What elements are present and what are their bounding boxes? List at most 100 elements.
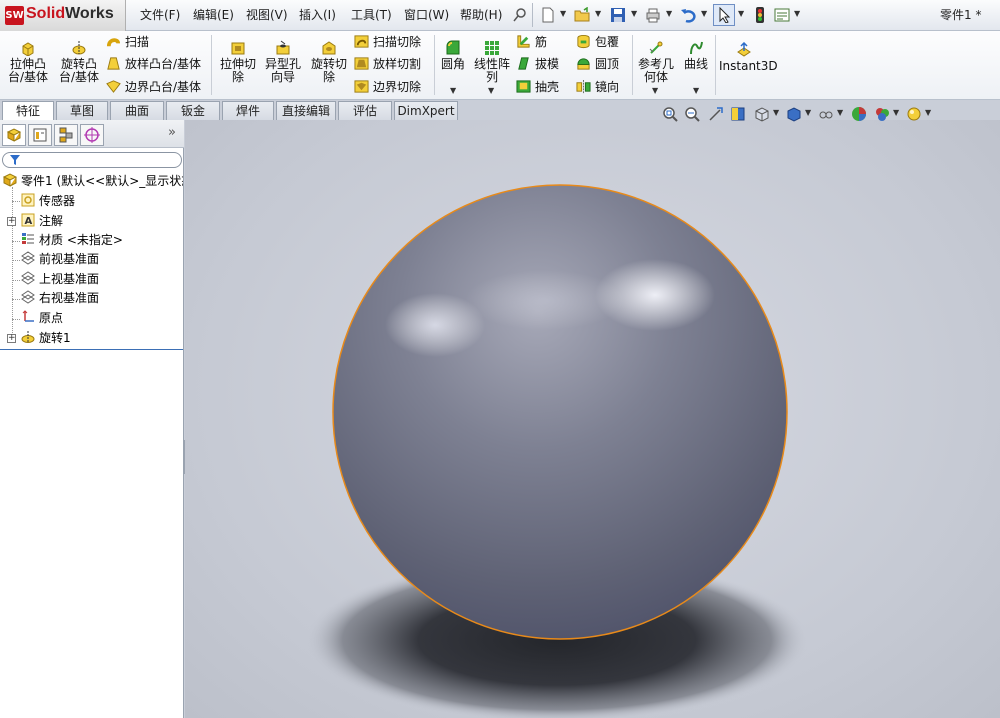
undo-dropdown-arrow[interactable]: ▼: [701, 9, 707, 18]
tree-item-label: 旋转1: [39, 331, 71, 345]
zoom-to-fit-icon[interactable]: [662, 106, 678, 122]
rib-button[interactable]: 筋: [516, 34, 547, 50]
tab-evaluate[interactable]: 评估: [338, 101, 392, 120]
boundary-cut-button[interactable]: 边界切除: [354, 79, 421, 95]
tree-item-sensors[interactable]: 传感器: [21, 192, 75, 211]
view-settings-dropdown-arrow[interactable]: ▼: [925, 108, 931, 117]
fillet-dropdown-arrow[interactable]: ▼: [450, 86, 456, 95]
expand-revolve1-toggle[interactable]: +: [7, 334, 16, 343]
undo-icon[interactable]: [680, 7, 696, 23]
tree-item-part[interactable]: 零件1 (默认<<默认>_显示状态: [3, 172, 183, 191]
draft-button[interactable]: 拔模: [516, 56, 559, 72]
menu-view[interactable]: 视图(V): [246, 0, 288, 31]
save-dropdown-arrow[interactable]: ▼: [631, 9, 637, 18]
boundary-boss-button[interactable]: 边界凸台/基体: [106, 79, 201, 95]
feature-filter-input[interactable]: [2, 152, 182, 168]
view-orientation-dropdown-arrow[interactable]: ▼: [773, 108, 779, 117]
revolved-boss-icon: [71, 40, 87, 56]
expand-annotations-toggle[interactable]: +: [7, 217, 16, 226]
wrap-label: 包覆: [595, 35, 619, 49]
tab-sheet-metal[interactable]: 钣金: [166, 101, 220, 120]
menu-edit[interactable]: 编辑(E): [193, 0, 234, 31]
display-style-icon[interactable]: [786, 106, 802, 122]
edit-appearance-icon[interactable]: [851, 106, 867, 122]
zoom-to-area-icon[interactable]: [684, 106, 700, 122]
apply-scene-icon[interactable]: [874, 106, 890, 122]
tree-item-top-plane[interactable]: 上视基准面: [21, 270, 99, 289]
sphere-model[interactable]: [333, 185, 787, 639]
select-button[interactable]: [713, 4, 735, 26]
reference-geometry-button[interactable]: 参考几 何体: [636, 40, 676, 84]
extruded-boss-button[interactable]: 拉伸凸 台/基体: [8, 40, 48, 84]
menu-window[interactable]: 窗口(W): [404, 0, 449, 31]
tree-item-front-plane[interactable]: 前视基准面: [21, 250, 99, 269]
tab-sketch[interactable]: 草图: [56, 101, 108, 120]
print-icon[interactable]: [645, 7, 661, 23]
reference-geometry-dropdown-arrow[interactable]: ▼: [652, 86, 658, 95]
model-view-canvas[interactable]: [185, 120, 1000, 718]
sweep-button[interactable]: 扫描: [106, 34, 149, 50]
fillet-button[interactable]: 圆角: [438, 40, 468, 71]
tab-weldments[interactable]: 焊件: [222, 101, 274, 120]
mirror-button[interactable]: 镜向: [576, 79, 619, 95]
save-icon[interactable]: [610, 7, 626, 23]
shell-button[interactable]: 抽壳: [516, 79, 559, 95]
dome-button[interactable]: 圆顶: [576, 56, 619, 72]
revolved-boss-button[interactable]: 旋转凸 台/基体: [56, 40, 102, 84]
app-logo[interactable]: SW SolidWorks: [0, 0, 126, 31]
tab-dimxpert[interactable]: DimXpert: [394, 101, 458, 120]
tree-item-annotations[interactable]: A注解: [21, 212, 63, 231]
tree-item-material[interactable]: 材质 <未指定>: [21, 231, 123, 250]
hide-show-items-icon[interactable]: [818, 106, 834, 122]
menu-tools[interactable]: 工具(T): [351, 0, 392, 31]
configuration-manager-tab[interactable]: [54, 124, 78, 146]
previous-view-icon[interactable]: [708, 106, 724, 122]
pin-icon[interactable]: [512, 7, 528, 23]
hide-show-dropdown-arrow[interactable]: ▼: [837, 108, 843, 117]
menu-insert[interactable]: 插入(I): [299, 0, 336, 31]
more-tabs-button[interactable]: »: [168, 125, 176, 140]
tab-direct-editing[interactable]: 直接编辑: [276, 101, 336, 120]
rollback-bar[interactable]: [0, 349, 183, 350]
extruded-cut-button[interactable]: 拉伸切 除: [218, 40, 258, 84]
pattern-dropdown-arrow[interactable]: ▼: [488, 86, 494, 95]
tab-surfaces[interactable]: 曲面: [110, 101, 164, 120]
new-document-icon[interactable]: [540, 7, 556, 23]
feature-manager-tab[interactable]: [2, 124, 26, 146]
scene-dropdown-arrow[interactable]: ▼: [893, 108, 899, 117]
wrap-button[interactable]: 包覆: [576, 34, 619, 50]
tree-item-origin[interactable]: 原点: [21, 309, 63, 328]
tab-features[interactable]: 特征: [2, 101, 54, 121]
tree-item-revolve1[interactable]: 旋转1: [21, 329, 71, 348]
mirror-icon: [576, 79, 591, 94]
graphics-area[interactable]: [185, 120, 1000, 718]
swept-cut-button[interactable]: 扫描切除: [354, 34, 421, 50]
open-dropdown-arrow[interactable]: ▼: [595, 9, 601, 18]
open-folder-icon[interactable]: [574, 7, 590, 23]
display-style-dropdown-arrow[interactable]: ▼: [805, 108, 811, 117]
instant3d-button[interactable]: Instant3D: [719, 42, 769, 73]
rebuild-traffic-light-icon[interactable]: [752, 7, 768, 23]
revolved-cut-button[interactable]: 旋转切 除: [308, 40, 350, 84]
extruded-boss-icon: [20, 40, 36, 56]
lofted-cut-button[interactable]: 放样切割: [354, 56, 421, 72]
linear-pattern-button[interactable]: 线性阵 列: [472, 40, 512, 84]
curves-dropdown-arrow[interactable]: ▼: [693, 86, 699, 95]
property-manager-tab[interactable]: [28, 124, 52, 146]
menu-file[interactable]: 文件(F): [140, 0, 180, 31]
curves-button[interactable]: 曲线: [681, 40, 711, 71]
tree-item-right-plane[interactable]: 右视基准面: [21, 289, 99, 308]
view-settings-icon[interactable]: [906, 106, 922, 122]
print-dropdown-arrow[interactable]: ▼: [666, 9, 672, 18]
view-orientation-icon[interactable]: [754, 106, 770, 122]
select-dropdown-arrow[interactable]: ▼: [738, 9, 744, 18]
menu-help[interactable]: 帮助(H): [460, 0, 502, 31]
options-icon[interactable]: [774, 7, 790, 23]
options-dropdown-arrow[interactable]: ▼: [794, 9, 800, 18]
new-dropdown-arrow[interactable]: ▼: [560, 9, 566, 18]
loft-boss-button[interactable]: 放样凸台/基体: [106, 56, 201, 72]
hole-wizard-button[interactable]: 异型孔 向导: [262, 40, 304, 84]
section-view-icon[interactable]: [730, 106, 746, 122]
sweep-icon: [106, 34, 121, 49]
dimxpert-manager-tab[interactable]: [80, 124, 104, 146]
